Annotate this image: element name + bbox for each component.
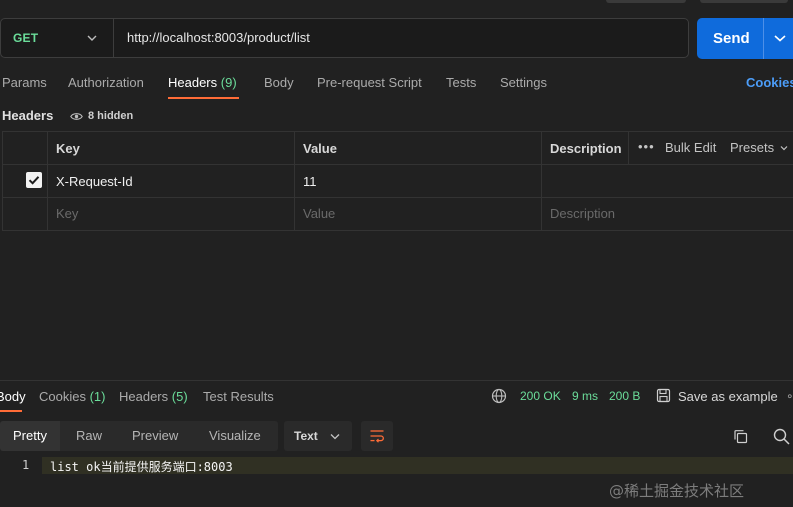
response-status[interactable]: 200 OK bbox=[520, 389, 561, 403]
new-description-input[interactable]: Description bbox=[550, 206, 615, 221]
check-icon bbox=[28, 176, 40, 185]
wrap-lines-icon bbox=[370, 430, 384, 443]
url-divider bbox=[113, 19, 114, 57]
response-body-line[interactable]: 1 list ok当前提供服务端口:8003 bbox=[0, 457, 793, 474]
tab-headers-label: Headers bbox=[168, 75, 218, 90]
method-label: GET bbox=[13, 31, 39, 45]
table-border bbox=[2, 197, 793, 198]
column-header-key: Key bbox=[56, 141, 80, 156]
eye-icon bbox=[70, 112, 83, 120]
search-icon[interactable] bbox=[773, 428, 790, 445]
table-border bbox=[2, 230, 793, 231]
wrap-lines-button[interactable] bbox=[361, 421, 393, 451]
save-icon[interactable] bbox=[656, 388, 671, 403]
hidden-headers-toggle[interactable]: 8 hidden bbox=[66, 106, 137, 126]
response-size[interactable]: 200 B bbox=[609, 389, 640, 403]
response-tab-headers-count: (5) bbox=[171, 389, 188, 404]
header-value-cell[interactable]: 11 bbox=[303, 174, 317, 189]
send-button[interactable]: Send bbox=[697, 18, 793, 59]
response-tab-test-results[interactable]: Test Results bbox=[203, 389, 274, 404]
send-label: Send bbox=[713, 30, 750, 47]
watermark: @稀土掘金技术社区 bbox=[609, 482, 745, 500]
tab-headers-count: (9) bbox=[220, 75, 237, 90]
line-number: 1 bbox=[22, 458, 30, 472]
active-response-tab-indicator bbox=[0, 410, 22, 412]
headers-table: Key Value Description ••• Bulk Edit Pres… bbox=[2, 131, 793, 231]
view-preview-tab[interactable]: Preview bbox=[132, 421, 178, 451]
chevron-down-icon bbox=[87, 35, 97, 41]
tab-params[interactable]: Params bbox=[2, 75, 47, 93]
top-window-strip bbox=[600, 0, 793, 4]
header-key-cell[interactable]: X-Request-Id bbox=[56, 174, 133, 189]
response-tab-headers[interactable]: Headers (5) bbox=[119, 389, 188, 404]
request-url-bar: GET bbox=[0, 18, 689, 58]
active-tab-indicator bbox=[168, 97, 239, 99]
column-header-value: Value bbox=[303, 141, 337, 156]
line-content: list ok当前提供服务端口:8003 bbox=[50, 460, 233, 474]
column-header-description: Description bbox=[550, 141, 622, 156]
table-border bbox=[2, 131, 793, 132]
save-as-example-button[interactable]: Save as example bbox=[678, 389, 778, 404]
top-strip-segment bbox=[606, 0, 686, 3]
new-key-input[interactable]: Key bbox=[56, 206, 78, 221]
tab-tests[interactable]: Tests bbox=[446, 75, 476, 93]
tab-pre-request-script[interactable]: Pre-request Script bbox=[317, 75, 422, 93]
method-select[interactable]: GET bbox=[13, 19, 109, 57]
tab-authorization[interactable]: Authorization bbox=[68, 75, 144, 93]
more-options-icon[interactable]: ••• bbox=[638, 139, 655, 154]
send-divider bbox=[763, 18, 764, 59]
cookies-link[interactable]: Cookies bbox=[746, 75, 793, 90]
table-border bbox=[2, 164, 793, 165]
presets-label: Presets bbox=[730, 140, 775, 155]
chevron-down-icon bbox=[330, 434, 340, 440]
view-raw-tab[interactable]: Raw bbox=[76, 421, 102, 451]
headers-section-title: Headers bbox=[2, 108, 54, 123]
view-visualize-tab[interactable]: Visualize bbox=[209, 421, 261, 451]
table-border bbox=[47, 131, 48, 231]
response-tab-cookies-label: Cookies bbox=[39, 389, 86, 404]
chevron-down-icon bbox=[780, 145, 788, 150]
tab-body[interactable]: Body bbox=[264, 75, 294, 93]
response-tab-headers-label: Headers bbox=[119, 389, 169, 404]
response-view-bar: Pretty Raw Preview Visualize Text bbox=[0, 421, 793, 451]
presets-dropdown[interactable]: Presets bbox=[730, 140, 788, 155]
globe-icon[interactable] bbox=[491, 388, 507, 404]
copy-icon[interactable] bbox=[733, 429, 748, 444]
response-tab-body[interactable]: Body bbox=[0, 389, 26, 404]
table-border bbox=[294, 131, 295, 231]
view-pretty-tab[interactable]: Pretty bbox=[0, 421, 60, 451]
tab-headers[interactable]: Headers (9) bbox=[168, 75, 237, 93]
chevron-down-icon[interactable] bbox=[774, 34, 786, 42]
top-strip-segment bbox=[700, 0, 788, 3]
hidden-headers-label: 8 hidden bbox=[88, 110, 134, 122]
tab-settings[interactable]: Settings bbox=[500, 75, 547, 93]
response-time[interactable]: 9 ms bbox=[572, 389, 598, 403]
table-border bbox=[541, 131, 542, 231]
table-border bbox=[628, 131, 629, 164]
format-select[interactable]: Text bbox=[284, 421, 352, 451]
response-tab-cookies-count: (1) bbox=[89, 389, 106, 404]
table-border bbox=[2, 131, 3, 231]
response-tab-cookies[interactable]: Cookies (1) bbox=[39, 389, 105, 404]
url-input[interactable] bbox=[127, 19, 667, 57]
format-label: Text bbox=[294, 429, 318, 443]
response-divider bbox=[0, 380, 793, 381]
more-icon[interactable]: ∘ bbox=[786, 389, 793, 403]
bulk-edit-button[interactable]: Bulk Edit bbox=[665, 140, 716, 155]
new-value-input[interactable]: Value bbox=[303, 206, 335, 221]
header-enabled-checkbox[interactable] bbox=[26, 172, 42, 188]
